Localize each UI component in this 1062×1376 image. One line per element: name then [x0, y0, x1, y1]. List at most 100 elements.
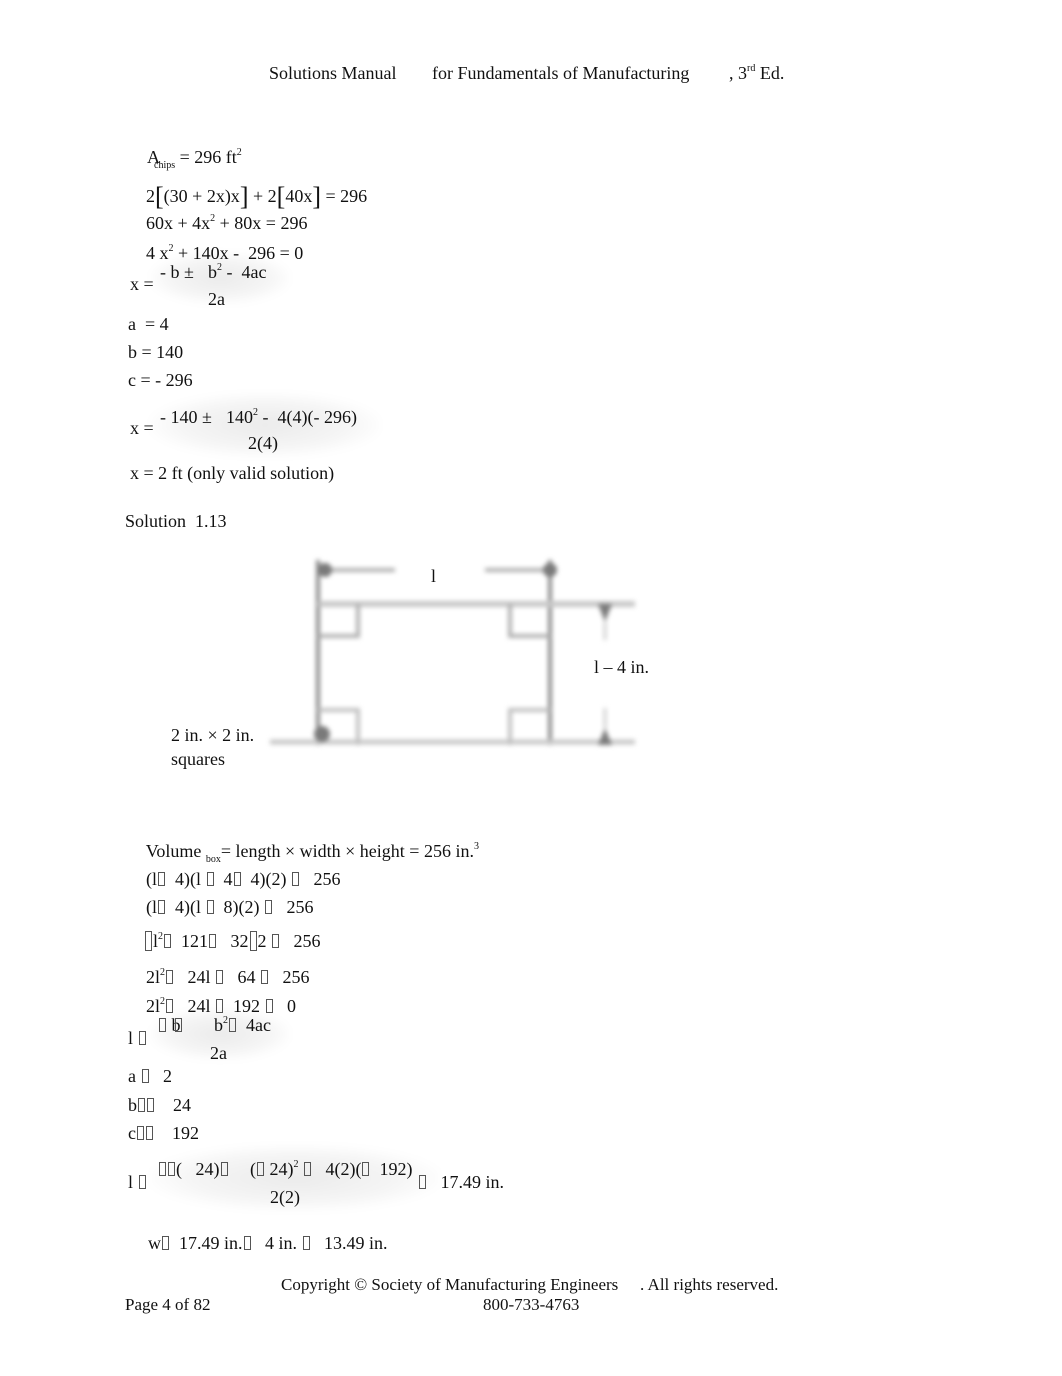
quad-num-b: b [208, 262, 217, 282]
dimension-label-length: l [431, 566, 437, 586]
sub-lhs: x = [130, 418, 154, 438]
coefficient-b: b = 140 [128, 342, 184, 362]
sub-num-c: - 4(4)(- 296) [258, 407, 357, 427]
w-c: 4 in. [251, 1233, 302, 1253]
eq3-sup: 2 [210, 213, 216, 224]
s-result-group: 17.49 in. [418, 1173, 504, 1191]
eq4-sup: 2 [168, 243, 174, 254]
l4-sup: 2 [160, 967, 166, 978]
l5-c: 192 [224, 996, 265, 1016]
corner-label-line2: squares [171, 749, 225, 769]
missing-glyph-icon [362, 1162, 370, 1176]
missing-glyph-icon [209, 934, 217, 948]
missing-glyph-icon [257, 1162, 264, 1176]
missing-glyph-icon [206, 900, 214, 914]
q-lhs: l [128, 1028, 138, 1048]
eq2-rhs: = 296 [320, 186, 368, 206]
header-title-part3: , 3 [729, 63, 747, 83]
box-diagram-graphic [270, 560, 635, 745]
footer-page-number: Page 4 of 82 [125, 1295, 211, 1314]
missing-glyph-icon [229, 1018, 236, 1032]
w-b: 17.49 in. [170, 1233, 243, 1253]
arrowhead-top-left [318, 563, 332, 577]
right-bracket: ] [312, 182, 321, 211]
box-diagram [270, 540, 650, 760]
area-superscript: 2 [236, 147, 242, 158]
dimension-label-width: l – 4 in. [594, 657, 650, 677]
missing-glyph-icon [145, 931, 152, 951]
missing-glyph-icon [174, 1018, 182, 1032]
quad-den: 2a [208, 289, 225, 309]
coefficient-a: a = 4 [128, 314, 169, 334]
q-num-b-group: b2 4ac [214, 1015, 271, 1035]
header-title-part1: Solutions Manual [269, 63, 397, 83]
l3-e: 256 [280, 931, 321, 951]
eq4-a: 4 x [146, 243, 169, 263]
l3-d: 2 [257, 931, 272, 951]
missing-glyph-icon [302, 1236, 310, 1250]
q-num-c: 4ac [237, 1015, 271, 1035]
missing-glyph-icon [272, 934, 280, 948]
result-x: x = 2 ft (only valid solution) [130, 463, 335, 483]
q-num-b: b [214, 1015, 223, 1035]
ca-val: 2 [149, 1066, 172, 1086]
coefficient-c: c = - 296 [128, 370, 193, 390]
corner-label-line1: 2 in. × 2 in. [171, 725, 255, 745]
ca: a [128, 1066, 141, 1086]
missing-glyph-icon [137, 1126, 144, 1140]
missing-glyph-icon [264, 900, 272, 914]
footer-copyright: Copyright © Society of Manufacturing Eng… [281, 1275, 619, 1294]
l5-b: 24l [174, 996, 216, 1016]
equation-width: w 17.49 in. 4 in. 13.49 in. [130, 1216, 388, 1270]
eq4-b: + 140x - 296 = 0 [173, 243, 304, 263]
sub-num-b-group: 1402 - 4(4)(- 296) [226, 407, 357, 427]
q-den: 2a [210, 1043, 227, 1063]
quad-lhs: x = [130, 274, 154, 294]
missing-glyph-icon [138, 1031, 146, 1045]
s-result: 17.49 in. [427, 1172, 505, 1192]
solution-heading: Solution 1.13 [125, 511, 227, 531]
missing-glyph-icon [159, 1018, 166, 1032]
coefficient-b-2: b 24 [128, 1096, 191, 1114]
cc: c [128, 1123, 136, 1143]
coefficient-c-2: c 192 [128, 1124, 199, 1142]
coefficient-a-2: a 2 [128, 1067, 172, 1085]
quad-num-sup: 2 [217, 262, 222, 273]
s-num-a: ( 24) [176, 1159, 220, 1179]
q-num-a-group: b [158, 1016, 183, 1034]
missing-glyph-icon [419, 1175, 426, 1189]
missing-glyph-icon [166, 999, 174, 1013]
missing-glyph-icon [146, 1126, 153, 1140]
missing-glyph-icon [220, 1162, 228, 1176]
l5-sup: 2 [160, 996, 166, 1007]
l5-d: 0 [273, 996, 297, 1016]
sub-den: 2(4) [248, 433, 278, 453]
q-num-sup: 2 [223, 1015, 228, 1026]
header-title-part4: Ed. [755, 63, 785, 83]
w-d: 13.49 in. [310, 1233, 388, 1253]
footer-phone: 800-733-4763 [483, 1295, 580, 1314]
header-title-part2: for Fundamentals of Manufacturing [432, 63, 690, 83]
missing-glyph-icon [141, 1069, 149, 1083]
quad-num-c: - 4ac [222, 262, 267, 282]
missing-glyph-icon [158, 900, 165, 914]
missing-glyph-icon [216, 999, 224, 1013]
missing-glyph-icon [162, 1236, 169, 1250]
footer-rights: . All rights reserved. [640, 1275, 779, 1294]
l3-sup: 2 [158, 931, 164, 942]
s-num-c: 24) [265, 1159, 294, 1179]
s-num-e: 192) [370, 1159, 413, 1179]
missing-glyph-icon [304, 1162, 311, 1176]
l5-a: 2l [146, 996, 161, 1016]
l3-c: 32 [217, 931, 249, 951]
volume-superscript: 3 [473, 841, 479, 852]
arrowhead-corner-pointer [314, 726, 330, 742]
missing-glyph-icon [164, 934, 172, 948]
s-num-a-group: ( 24) [158, 1160, 229, 1178]
edition-superscript: rd [747, 63, 756, 74]
header-edition: , 3rd Ed. [729, 63, 785, 83]
s-lhs: l [128, 1172, 138, 1192]
s-num-b: ( [250, 1159, 256, 1179]
missing-glyph-icon [168, 1162, 175, 1176]
missing-glyph-icon [138, 1098, 145, 1112]
